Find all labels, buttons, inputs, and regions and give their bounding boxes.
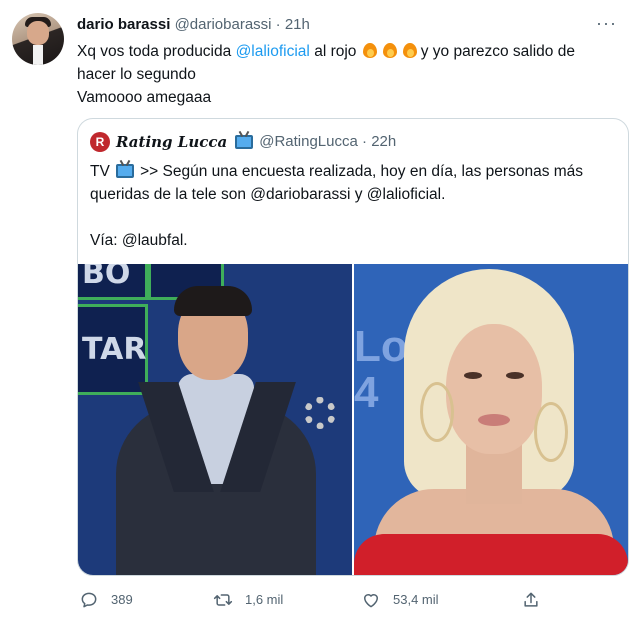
- fire-emoji-icon: [401, 41, 419, 59]
- author-avatar[interactable]: [12, 13, 64, 65]
- reply-button[interactable]: 389: [79, 588, 133, 612]
- like-count: 53,4 mil: [393, 592, 439, 607]
- tweet[interactable]: dario barassi @dariobarassi · 21h ··· Xq…: [0, 0, 637, 622]
- quote-time[interactable]: 22h: [371, 132, 396, 152]
- tweet-text-part1: Xq vos toda producida: [77, 43, 236, 60]
- quote-text-line2: queridas de la tele son @dariobarassi y …: [90, 186, 446, 203]
- share-icon: [524, 592, 538, 607]
- panel-text-2: TAR: [82, 332, 147, 367]
- gear-logo-icon: [304, 397, 336, 429]
- retweet-icon: [213, 594, 233, 606]
- photo-dario[interactable]: BO TAR: [78, 264, 352, 575]
- author-handle[interactable]: @dariobarassi: [175, 16, 272, 33]
- retweet-button[interactable]: 1,6 mil: [213, 588, 283, 612]
- quote-separator: ·: [362, 133, 368, 150]
- rating-lucca-logo: R: [90, 132, 110, 152]
- panel-text-1: BO: [82, 264, 131, 291]
- more-dots-icon[interactable]: ···: [596, 14, 617, 32]
- tweet-time[interactable]: 21h: [285, 16, 310, 33]
- mention-link[interactable]: @lalioficial: [236, 43, 310, 60]
- fire-emoji-icon: [381, 41, 399, 59]
- quote-header: R Rating Lucca @RatingLucca · 22h: [90, 132, 396, 152]
- heart-icon: [364, 594, 378, 608]
- author-name[interactable]: dario barassi: [77, 16, 170, 33]
- quote-author-handle[interactable]: @RatingLucca: [259, 132, 358, 152]
- quote-text: TV >> Según una encuesta realizada, hoy …: [90, 160, 610, 252]
- quoted-tweet[interactable]: R Rating Lucca @RatingLucca · 22h TV >> …: [77, 118, 629, 576]
- photo-lali[interactable]: Los 4: [354, 264, 628, 575]
- tweet-text-line2: Vamoooo amegaaa: [77, 89, 212, 106]
- quote-text-line4: Vía: @laubfal.: [90, 232, 188, 249]
- tv-emoji-icon: [235, 135, 254, 149]
- tweet-header: dario barassi @dariobarassi · 21h: [77, 15, 310, 35]
- quote-text-line1a: TV: [90, 163, 115, 180]
- fire-emoji-icon: [361, 41, 379, 59]
- quote-author-name[interactable]: Rating Lucca: [116, 132, 227, 152]
- share-button[interactable]: [521, 588, 553, 612]
- like-button[interactable]: 53,4 mil: [361, 588, 439, 612]
- tweet-text: Xq vos toda producida @lalioficial al ro…: [77, 40, 617, 109]
- retweet-count: 1,6 mil: [245, 592, 284, 607]
- tweet-actions: 389 1,6 mil 53,4 mil: [77, 588, 627, 612]
- quote-text-line1b: >> Según una encuesta realizada, hoy en …: [140, 163, 584, 180]
- reply-icon: [81, 592, 97, 608]
- header-separator: ·: [275, 16, 281, 33]
- tv-emoji-icon: [116, 164, 135, 178]
- reply-count: 389: [111, 592, 133, 607]
- quote-media: BO TAR Los 4: [78, 264, 628, 575]
- tweet-text-part2: al rojo: [309, 43, 361, 60]
